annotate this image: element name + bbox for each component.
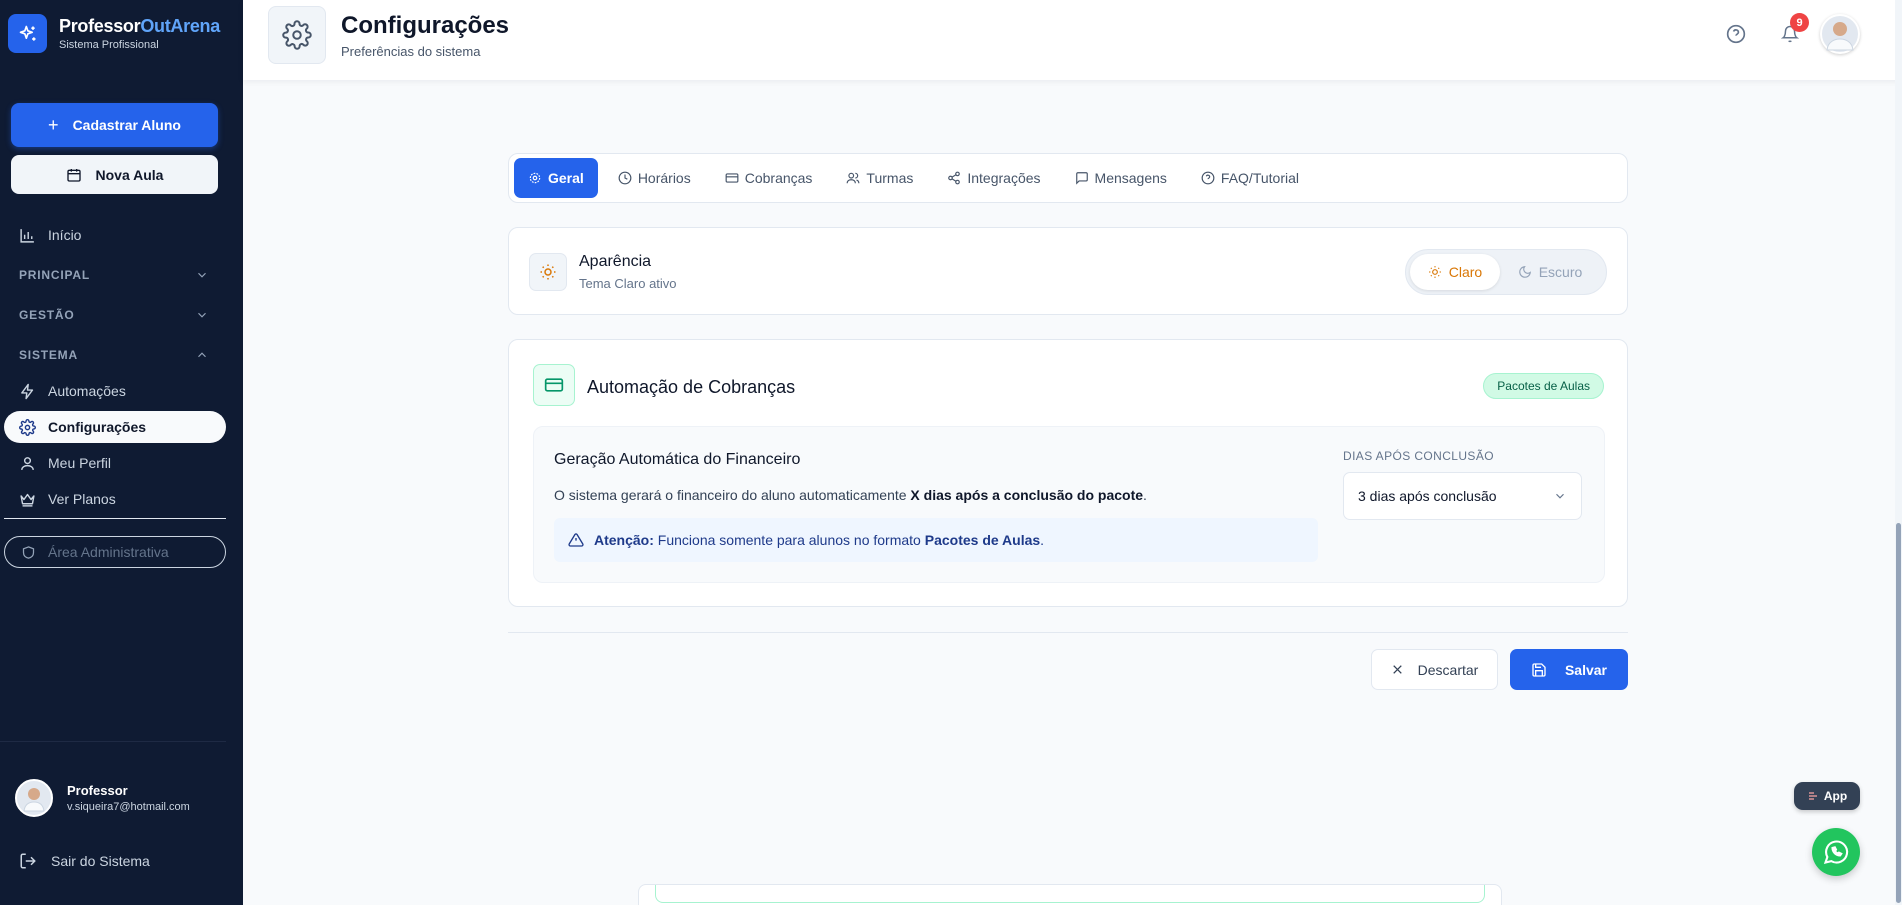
sidebar-item-plans[interactable]: Ver Planos bbox=[4, 483, 226, 515]
help-icon bbox=[1726, 24, 1746, 44]
panel-description: O sistema gerará o financeiro do aluno a… bbox=[554, 487, 1147, 503]
actions-divider bbox=[508, 632, 1628, 633]
sparkles-icon bbox=[8, 14, 47, 53]
user-profile[interactable]: Professor v.siqueira7@hotmail.com bbox=[15, 779, 190, 817]
admin-area-button[interactable]: Área Administrativa bbox=[4, 536, 226, 568]
plus-icon: + bbox=[48, 114, 59, 135]
tab-schedules[interactable]: Horários bbox=[604, 158, 705, 198]
lightning-icon bbox=[21, 383, 34, 399]
register-student-button[interactable]: + Cadastrar Aluno bbox=[11, 103, 218, 147]
appearance-card: Aparência Tema Claro ativo Claro Escuro bbox=[508, 227, 1628, 315]
help-button[interactable] bbox=[1716, 14, 1756, 54]
user-name: Professor bbox=[67, 783, 128, 798]
logout-icon bbox=[20, 853, 36, 869]
section-sistema[interactable]: SISTEMA bbox=[19, 348, 209, 362]
sidebar-bottom-divider bbox=[0, 741, 226, 742]
close-icon bbox=[1392, 665, 1402, 674]
moon-icon bbox=[1518, 266, 1531, 278]
bar-chart-icon bbox=[20, 228, 34, 243]
header-avatar[interactable] bbox=[1820, 14, 1860, 54]
page-title: Configurações bbox=[341, 12, 510, 39]
avatar bbox=[15, 779, 53, 817]
appearance-subtitle: Tema Claro ativo bbox=[579, 276, 677, 291]
user-icon bbox=[21, 456, 34, 470]
credit-card-icon bbox=[725, 173, 739, 183]
new-class-button[interactable]: Nova Aula bbox=[11, 155, 218, 194]
shield-icon bbox=[22, 545, 35, 559]
sun-icon bbox=[529, 253, 567, 291]
days-after-label: DIAS APÓS CONCLUSÃO bbox=[1343, 449, 1494, 463]
status-badge: Pacotes de Aulas bbox=[1483, 373, 1604, 399]
clock-icon bbox=[618, 171, 632, 185]
settings-tabs: Geral Horários Cobranças Turmas Integraç… bbox=[508, 153, 1628, 203]
calendar-icon bbox=[66, 168, 81, 182]
notification-badge: 9 bbox=[1790, 13, 1809, 32]
automation-title: Automação de Cobranças bbox=[587, 377, 796, 397]
section-principal[interactable]: PRINCIPAL bbox=[19, 268, 209, 282]
next-card-peek-inner bbox=[655, 885, 1485, 903]
tab-faq[interactable]: FAQ/Tutorial bbox=[1187, 158, 1313, 198]
sidebar-item-automations[interactable]: Automações bbox=[4, 375, 226, 407]
brand-name: ProfessorOutArena bbox=[59, 16, 220, 36]
save-button[interactable]: Salvar bbox=[1510, 649, 1628, 690]
chevron-down-icon bbox=[1556, 493, 1564, 499]
users-icon bbox=[847, 172, 860, 184]
logout-button[interactable]: Sair do Sistema bbox=[19, 852, 150, 870]
save-icon bbox=[1532, 662, 1546, 677]
brand[interactable]: ProfessorOutArena Sistema Profissional bbox=[8, 14, 220, 53]
sidebar-divider bbox=[4, 518, 226, 519]
top-header: Configurações Preferências do sistema 9 bbox=[243, 0, 1902, 80]
auto-financial-panel: Geração Automática do Financeiro O siste… bbox=[533, 426, 1605, 583]
sidebar: ProfessorOutArena Sistema Profissional +… bbox=[0, 0, 243, 905]
credit-card-icon bbox=[533, 364, 575, 406]
chevron-down-icon bbox=[198, 272, 206, 278]
sun-icon bbox=[1428, 266, 1441, 278]
tab-messages[interactable]: Mensagens bbox=[1061, 158, 1181, 198]
crown-icon bbox=[20, 493, 35, 507]
tab-billing[interactable]: Cobranças bbox=[711, 158, 827, 198]
sidebar-item-home[interactable]: Início bbox=[4, 219, 226, 251]
panel-title: Geração Automática do Financeiro bbox=[554, 451, 801, 468]
chevron-up-icon bbox=[198, 352, 206, 358]
tab-integrations[interactable]: Integrações bbox=[933, 158, 1054, 198]
days-after-select[interactable]: 3 dias após conclusão bbox=[1343, 472, 1582, 520]
user-email: v.siqueira7@hotmail.com bbox=[67, 801, 190, 813]
appearance-title: Aparência bbox=[579, 253, 652, 270]
section-gestao[interactable]: GESTÃO bbox=[19, 308, 209, 322]
app-button[interactable]: App bbox=[1794, 782, 1860, 810]
gear-icon bbox=[529, 172, 541, 184]
billing-automation-card: Automação de Cobranças Pacotes de Aulas … bbox=[508, 339, 1628, 607]
theme-dark-option[interactable]: Escuro bbox=[1500, 254, 1600, 290]
sidebar-item-settings[interactable]: Configurações bbox=[4, 411, 226, 443]
gear-icon bbox=[268, 6, 326, 64]
notifications-button[interactable]: 9 bbox=[1770, 13, 1810, 54]
discard-button[interactable]: Descartar bbox=[1371, 649, 1498, 690]
app-icon bbox=[1808, 792, 1817, 800]
scrollbar-thumb[interactable] bbox=[1896, 523, 1901, 903]
chevron-down-icon bbox=[198, 312, 206, 318]
whatsapp-icon bbox=[1823, 840, 1849, 864]
theme-light-option[interactable]: Claro bbox=[1410, 254, 1500, 290]
alert-triangle-icon bbox=[568, 533, 584, 547]
message-icon bbox=[1075, 172, 1088, 185]
warning-note: Atenção: Funciona somente para alunos no… bbox=[554, 518, 1318, 562]
gear-icon bbox=[19, 418, 36, 436]
share-icon bbox=[948, 171, 961, 185]
whatsapp-button[interactable] bbox=[1812, 828, 1860, 876]
theme-toggle: Claro Escuro bbox=[1405, 249, 1607, 295]
help-icon bbox=[1201, 171, 1215, 185]
page-subtitle: Preferências do sistema bbox=[341, 44, 481, 59]
sidebar-item-profile[interactable]: Meu Perfil bbox=[4, 447, 226, 479]
tab-general[interactable]: Geral bbox=[514, 158, 598, 198]
brand-subtitle: Sistema Profissional bbox=[59, 39, 159, 51]
tab-classes[interactable]: Turmas bbox=[832, 158, 927, 198]
